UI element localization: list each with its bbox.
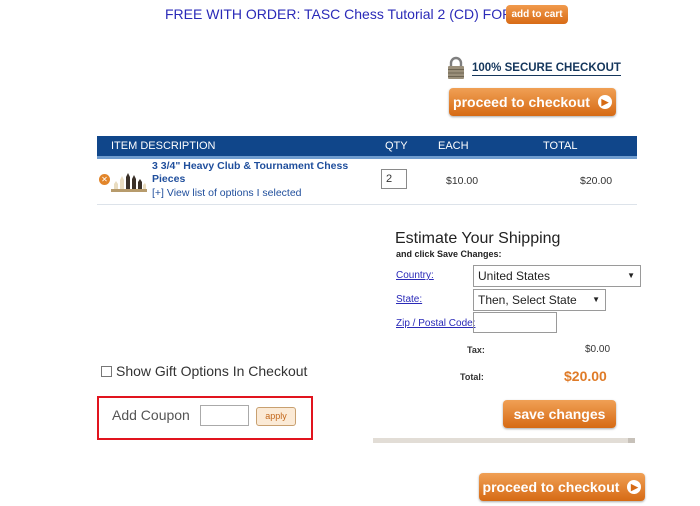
promo-text: FREE WITH ORDER: TASC Chess Tutorial 2 (… [165,6,536,22]
arrow-right-icon: ▶ [627,480,642,494]
apply-coupon-button[interactable]: apply [256,407,296,426]
header-item-description: ITEM DESCRIPTION [111,140,216,152]
header-total: TOTAL [543,140,578,152]
state-label[interactable]: State: [396,294,422,305]
checkout-label: proceed to checkout [482,479,620,495]
shipping-subtitle: and click Save Changes: [396,249,502,259]
zip-input[interactable] [473,312,557,333]
state-select[interactable]: Then, Select State ▼ [473,289,606,311]
remove-item-icon[interactable]: ✕ [99,174,110,185]
proceed-to-checkout-button-top[interactable]: proceed to checkout ▶ [449,88,616,116]
secure-checkout-label: 100% SECURE CHECKOUT [472,62,621,76]
divider-bar-end [628,438,635,443]
tax-label: Tax: [467,345,485,355]
coupon-label: Add Coupon [112,407,190,423]
tax-value: $0.00 [585,344,611,355]
total-value: $20.00 [564,368,607,384]
zip-label[interactable]: Zip / Postal Code: [396,318,475,329]
proceed-to-checkout-button-bottom[interactable]: proceed to checkout ▶ [479,473,645,501]
item-name-link[interactable]: 3 3/4" Heavy Club & Tournament Chess Pie… [152,160,362,186]
chevron-down-icon: ▼ [627,271,635,280]
quantity-input[interactable]: 2 [381,169,407,189]
save-changes-label: save changes [513,406,606,422]
shipping-title: Estimate Your Shipping [395,230,561,247]
item-total: $20.00 [580,175,613,187]
total-label: Total: [460,372,484,382]
item-price-each: $10.00 [446,175,479,187]
add-to-cart-button[interactable]: add to cart [506,5,568,24]
header-each: EACH [438,140,469,152]
country-label[interactable]: Country: [396,270,434,281]
cart-table-header: ITEM DESCRIPTION QTY EACH TOTAL [97,136,637,159]
header-qty: QTY [385,140,408,152]
gift-options-checkbox[interactable] [101,366,112,377]
chess-pieces-thumbnail [111,173,147,192]
view-options-link[interactable]: [+] View list of options I selected [152,187,302,199]
country-select[interactable]: United States ▼ [473,265,641,287]
save-changes-button[interactable]: save changes [503,400,616,428]
padlock-icon [448,56,464,79]
arrow-right-icon: ▶ [597,95,612,109]
divider-bar [373,438,635,443]
state-value: Then, Select State [478,293,577,307]
checkout-label: proceed to checkout [453,94,590,110]
chevron-down-icon: ▼ [592,295,600,304]
coupon-input[interactable] [200,405,249,426]
country-value: United States [478,269,551,283]
gift-options-label[interactable]: Show Gift Options In Checkout [116,363,307,379]
